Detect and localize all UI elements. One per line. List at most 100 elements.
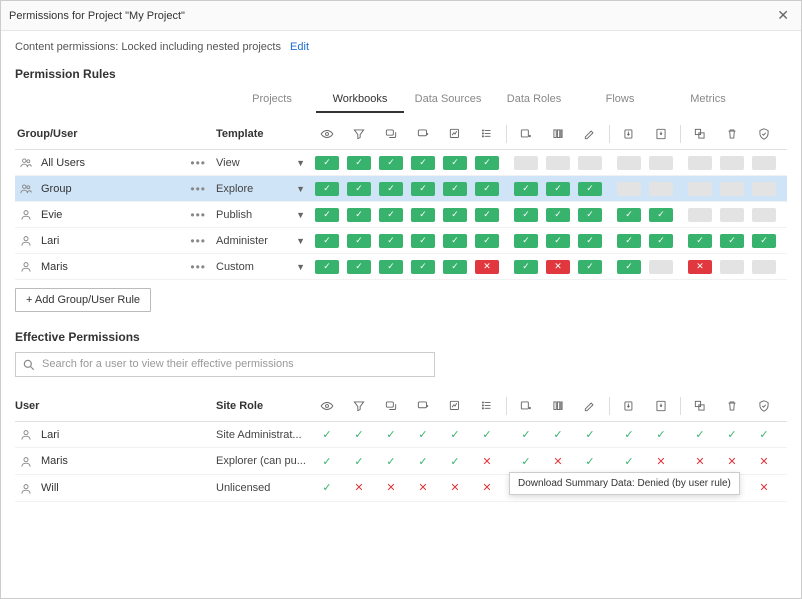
- capability-cell[interactable]: [574, 156, 606, 170]
- capability-cell[interactable]: [510, 156, 542, 170]
- capability-cell[interactable]: ✓: [542, 234, 574, 248]
- template-dropdown[interactable]: ▼: [290, 184, 311, 194]
- tab-workbooks[interactable]: Workbooks: [316, 87, 404, 113]
- close-icon[interactable]: ✕: [773, 7, 793, 24]
- capability-cell[interactable]: [684, 182, 716, 196]
- capability-cell[interactable]: ✓: [439, 260, 471, 274]
- capability-cell[interactable]: ✕: [471, 260, 503, 274]
- capability-cell[interactable]: ✓: [613, 208, 645, 222]
- capability-cell[interactable]: ✓: [471, 182, 503, 196]
- capability-cell[interactable]: ✓: [542, 208, 574, 222]
- capability-cell[interactable]: ✓: [613, 234, 645, 248]
- tab-flows[interactable]: Flows: [576, 87, 664, 113]
- capability-cell[interactable]: ✓: [748, 234, 780, 248]
- row-actions-menu[interactable]: •••: [180, 234, 216, 248]
- capability-cell[interactable]: [684, 156, 716, 170]
- capability-cell[interactable]: ✓: [311, 156, 343, 170]
- capability-cell[interactable]: ✕: [684, 260, 716, 274]
- rule-name: Maris: [35, 261, 180, 273]
- capability-cell[interactable]: [748, 208, 780, 222]
- rule-row[interactable]: Lari•••Administer▼✓✓✓✓✓✓✓✓✓✓✓✓✓✓: [15, 228, 787, 254]
- capability-cell[interactable]: [748, 260, 780, 274]
- capability-cell[interactable]: ✓: [510, 182, 542, 196]
- capability-cell[interactable]: [613, 182, 645, 196]
- capability-cell[interactable]: ✓: [375, 260, 407, 274]
- row-actions-menu[interactable]: •••: [180, 182, 216, 196]
- capability-cell[interactable]: ✓: [439, 208, 471, 222]
- capability-cell[interactable]: [645, 156, 677, 170]
- capability-cell[interactable]: ✓: [375, 208, 407, 222]
- capability-cell[interactable]: ✓: [343, 182, 375, 196]
- capability-cell[interactable]: ✓: [375, 156, 407, 170]
- tab-data-sources[interactable]: Data Sources: [404, 87, 492, 113]
- capability-cell[interactable]: ✓: [613, 260, 645, 274]
- capability-cell[interactable]: ✓: [375, 234, 407, 248]
- template-value: View: [216, 157, 290, 169]
- row-actions-menu[interactable]: •••: [180, 208, 216, 222]
- capability-cell[interactable]: ✓: [407, 182, 439, 196]
- rule-row[interactable]: Evie•••Publish▼✓✓✓✓✓✓✓✓✓✓✓: [15, 202, 787, 228]
- capability-cell[interactable]: ✓: [439, 182, 471, 196]
- view-icon: [311, 127, 343, 141]
- capability-cell[interactable]: [613, 156, 645, 170]
- capability-cell[interactable]: ✓: [343, 156, 375, 170]
- capability-cell[interactable]: ✓: [343, 234, 375, 248]
- add-group-user-button[interactable]: + Add Group/User Rule: [15, 288, 151, 312]
- template-dropdown[interactable]: ▼: [290, 158, 311, 168]
- capability-cell[interactable]: ✓: [311, 260, 343, 274]
- capability-cell[interactable]: ✓: [510, 260, 542, 274]
- edit-link[interactable]: Edit: [290, 41, 309, 53]
- capability-cell[interactable]: [716, 208, 748, 222]
- capability-cell[interactable]: ✓: [407, 234, 439, 248]
- capability-cell[interactable]: ✕: [542, 260, 574, 274]
- capability-cell[interactable]: ✓: [510, 234, 542, 248]
- capability-cell[interactable]: [748, 182, 780, 196]
- capability-cell[interactable]: [645, 260, 677, 274]
- row-actions-menu[interactable]: •••: [180, 260, 216, 274]
- capability-cell[interactable]: ✓: [375, 182, 407, 196]
- capability-cell[interactable]: ✓: [716, 234, 748, 248]
- capability-cell[interactable]: ✓: [439, 156, 471, 170]
- capability-cell[interactable]: ✓: [574, 234, 606, 248]
- capability-cell[interactable]: [645, 182, 677, 196]
- capability-cell[interactable]: ✓: [407, 260, 439, 274]
- capability-cell[interactable]: ✓: [343, 208, 375, 222]
- capability-cell[interactable]: ✓: [645, 208, 677, 222]
- effective-row[interactable]: LariSite Administrat...✓✓✓✓✓✓✓✓✓✓✓✓✓✓: [15, 422, 787, 449]
- capability-cell[interactable]: ✓: [645, 234, 677, 248]
- capability-cell[interactable]: [716, 156, 748, 170]
- capability-cell[interactable]: ✓: [574, 182, 606, 196]
- capability-cell[interactable]: ✓: [311, 182, 343, 196]
- capability-cell[interactable]: [542, 156, 574, 170]
- capability-cell[interactable]: ✓: [311, 208, 343, 222]
- template-dropdown[interactable]: ▼: [290, 210, 311, 220]
- capability-cell[interactable]: ✓: [471, 156, 503, 170]
- capability-cell[interactable]: ✓: [471, 234, 503, 248]
- capability-cell[interactable]: ✓: [684, 234, 716, 248]
- rule-row[interactable]: Group•••Explore▼✓✓✓✓✓✓✓✓✓: [15, 176, 787, 202]
- capability-cell[interactable]: ✓: [311, 234, 343, 248]
- template-dropdown[interactable]: ▼: [290, 262, 311, 272]
- rule-row[interactable]: Maris•••Custom▼✓✓✓✓✓✕✓✕✓✓✕: [15, 254, 787, 280]
- capability-cell[interactable]: ✓: [574, 208, 606, 222]
- capability-cell[interactable]: [748, 156, 780, 170]
- tab-projects[interactable]: Projects: [228, 87, 316, 113]
- effective-search[interactable]: [15, 352, 435, 377]
- tab-data-roles[interactable]: Data Roles: [492, 87, 576, 113]
- capability-cell[interactable]: ✓: [471, 208, 503, 222]
- template-dropdown[interactable]: ▼: [290, 236, 311, 246]
- capability-cell[interactable]: ✓: [574, 260, 606, 274]
- capability-cell[interactable]: ✓: [510, 208, 542, 222]
- capability-cell[interactable]: ✓: [542, 182, 574, 196]
- row-actions-menu[interactable]: •••: [180, 156, 216, 170]
- rule-row[interactable]: All Users•••View▼✓✓✓✓✓✓: [15, 150, 787, 176]
- capability-cell[interactable]: [716, 260, 748, 274]
- capability-cell[interactable]: ✓: [407, 156, 439, 170]
- search-input[interactable]: [42, 358, 428, 370]
- capability-cell[interactable]: [684, 208, 716, 222]
- capability-cell[interactable]: [716, 182, 748, 196]
- capability-cell[interactable]: ✓: [439, 234, 471, 248]
- tab-metrics[interactable]: Metrics: [664, 87, 752, 113]
- capability-cell[interactable]: ✓: [407, 208, 439, 222]
- capability-cell[interactable]: ✓: [343, 260, 375, 274]
